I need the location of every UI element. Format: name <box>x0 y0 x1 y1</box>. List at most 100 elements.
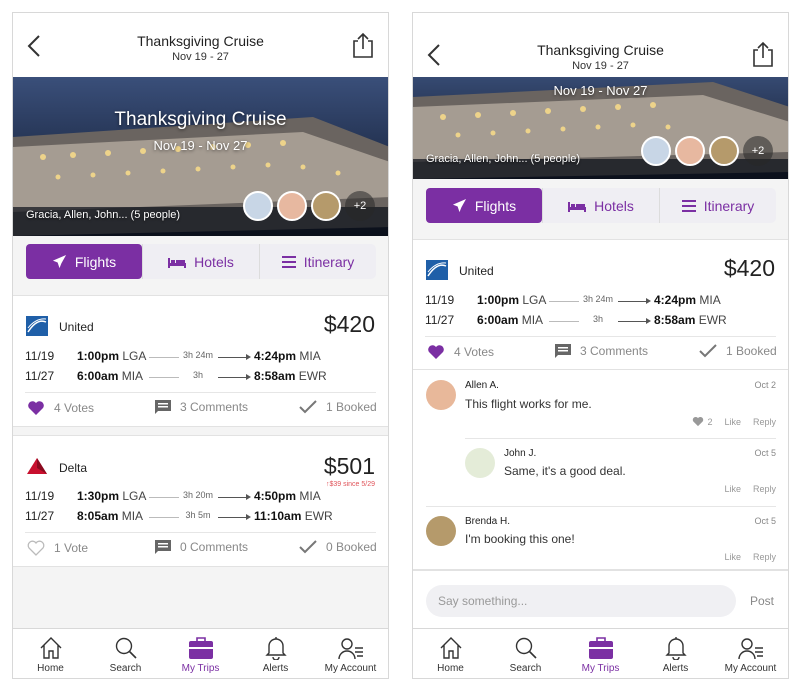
leg-duration: 3h 24m <box>582 294 614 304</box>
booked-button[interactable]: 0 Booked <box>299 540 377 554</box>
tab-label: Flights <box>474 197 517 214</box>
tab-flights[interactable]: Flights <box>426 188 542 223</box>
like-button[interactable]: Like <box>724 484 741 494</box>
avatar[interactable] <box>426 380 456 410</box>
comments-button[interactable]: 0 Comments <box>155 540 248 554</box>
account-icon <box>337 638 363 660</box>
avatar[interactable] <box>641 136 671 166</box>
flight-comments-screen: Thanksgiving Cruise Nov 19 - 27 Nov 19 -… <box>412 12 789 679</box>
header-dates: Nov 19 - 27 <box>572 60 629 72</box>
tab-label: Hotels <box>594 197 634 214</box>
price-change-note: ↑$39 since 5/29 <box>325 481 375 488</box>
heart-outline-icon <box>27 540 45 556</box>
booked-button[interactable]: 1 Booked <box>699 344 777 358</box>
comment-icon <box>155 540 171 554</box>
airplane-icon <box>52 254 66 269</box>
trip-members-avatars[interactable]: +2 <box>637 136 773 166</box>
heart-filled-icon <box>693 416 704 427</box>
check-icon <box>299 540 317 554</box>
leg-departure: 1:00pm LGA <box>77 349 147 363</box>
leg-departure: 1:30pm LGA <box>77 489 147 503</box>
tab-label: Flights <box>74 253 117 270</box>
nav-search[interactable]: Search <box>488 629 563 678</box>
leg-duration: 3h 5m <box>185 510 211 520</box>
trip-members-avatars[interactable]: +2 <box>239 191 375 221</box>
flight-leg: 11/19 1:00pm LGA 3h 24m 4:24pm MIA <box>13 349 388 365</box>
leg-duration: 3h <box>192 370 203 380</box>
leg-date: 11/19 <box>25 489 55 503</box>
trip-tabs: Flights Hotels Itinerary <box>426 188 776 223</box>
flight-price: $420 <box>323 311 375 337</box>
hero-title: Thanksgiving Cruise <box>114 109 287 130</box>
reply-button[interactable]: Reply <box>753 484 776 494</box>
avatar[interactable] <box>465 448 495 478</box>
leg-duration: 3h 24m <box>182 350 214 360</box>
back-arrow-icon[interactable] <box>25 34 45 58</box>
tab-label: Itinerary <box>303 253 355 270</box>
nav-my-account[interactable]: My Account <box>713 629 788 678</box>
vote-button[interactable]: 1 Vote <box>27 540 88 556</box>
header: Thanksgiving Cruise Nov 19 - 27 <box>13 13 388 77</box>
nav-search[interactable]: Search <box>88 629 163 678</box>
trip-members-text: Gracia, Allen, John... (5 people) <box>426 153 581 165</box>
leg-arrival: 8:58am EWR <box>254 369 327 383</box>
leg-arrival: 8:58am EWR <box>654 313 727 327</box>
more-members-badge[interactable]: +2 <box>743 136 773 166</box>
tab-label: Itinerary <box>703 197 755 214</box>
more-members-badge[interactable]: +2 <box>345 191 375 221</box>
bed-icon <box>568 201 587 212</box>
comments-button[interactable]: 3 Comments <box>155 400 248 414</box>
like-button[interactable]: Like <box>724 417 741 427</box>
share-icon[interactable] <box>752 41 774 67</box>
avatar[interactable] <box>243 191 273 221</box>
booked-button[interactable]: 1 Booked <box>299 400 377 414</box>
trip-tabs: Flights Hotels Itinerary <box>26 244 376 279</box>
tab-flights[interactable]: Flights <box>26 244 142 279</box>
leg-date: 11/19 <box>25 349 55 363</box>
share-icon[interactable] <box>352 32 374 58</box>
arrow-right-icon <box>246 374 251 380</box>
nav-my-trips[interactable]: My Trips <box>163 629 238 678</box>
check-icon <box>699 344 717 358</box>
flight-card[interactable]: United $420 11/19 1:00pm LGA 3h 24m 4:24… <box>413 239 788 370</box>
flight-card[interactable]: Delta $501 ↑$39 since 5/29 11/19 1:30pm … <box>13 435 388 567</box>
tab-hotels[interactable]: Hotels <box>542 188 659 223</box>
tab-hotels[interactable]: Hotels <box>142 244 259 279</box>
tab-itinerary[interactable]: Itinerary <box>259 244 376 279</box>
vote-button[interactable]: 4 Votes <box>427 344 494 360</box>
leg-arrival: 4:50pm MIA <box>254 489 321 503</box>
flight-price: $420 <box>723 255 775 281</box>
tab-itinerary[interactable]: Itinerary <box>659 188 776 223</box>
vote-button[interactable]: 4 Votes <box>27 400 94 416</box>
reply-button[interactable]: Reply <box>753 552 776 562</box>
nav-my-account[interactable]: My Account <box>313 629 388 678</box>
avatar[interactable] <box>709 136 739 166</box>
flight-stats: 1 Vote 0 Comments 0 Booked <box>13 540 388 560</box>
avatar[interactable] <box>675 136 705 166</box>
comment-input[interactable]: Say something... <box>426 585 736 617</box>
avatar[interactable] <box>311 191 341 221</box>
arrow-right-icon <box>246 354 251 360</box>
comment-actions: 2 Like Reply <box>692 416 776 427</box>
like-button[interactable]: Like <box>724 552 741 562</box>
flight-leg: 11/27 6:00am MIA 3h 8:58am EWR <box>13 369 388 385</box>
comment-author: Allen A. <box>465 380 499 391</box>
home-icon <box>440 637 461 659</box>
header-title: Thanksgiving Cruise <box>537 42 664 58</box>
nav-alerts[interactable]: Alerts <box>238 629 313 678</box>
leg-arrival: 4:24pm MIA <box>254 349 321 363</box>
reply-button[interactable]: Reply <box>753 417 776 427</box>
comments-button[interactable]: 3 Comments <box>555 344 648 358</box>
avatar[interactable] <box>277 191 307 221</box>
flight-card[interactable]: United $420 11/19 1:00pm LGA 3h 24m 4:24… <box>13 295 388 427</box>
flight-stats: 4 Votes 3 Comments 1 Booked <box>13 400 388 420</box>
nav-home[interactable]: Home <box>13 629 88 678</box>
nav-home[interactable]: Home <box>413 629 488 678</box>
nav-my-trips[interactable]: My Trips <box>563 629 638 678</box>
post-button[interactable]: Post <box>750 594 774 608</box>
nav-alerts[interactable]: Alerts <box>638 629 713 678</box>
tab-label: Hotels <box>194 253 234 270</box>
avatar[interactable] <box>426 516 456 546</box>
search-icon <box>115 637 137 659</box>
back-arrow-icon[interactable] <box>425 43 445 67</box>
